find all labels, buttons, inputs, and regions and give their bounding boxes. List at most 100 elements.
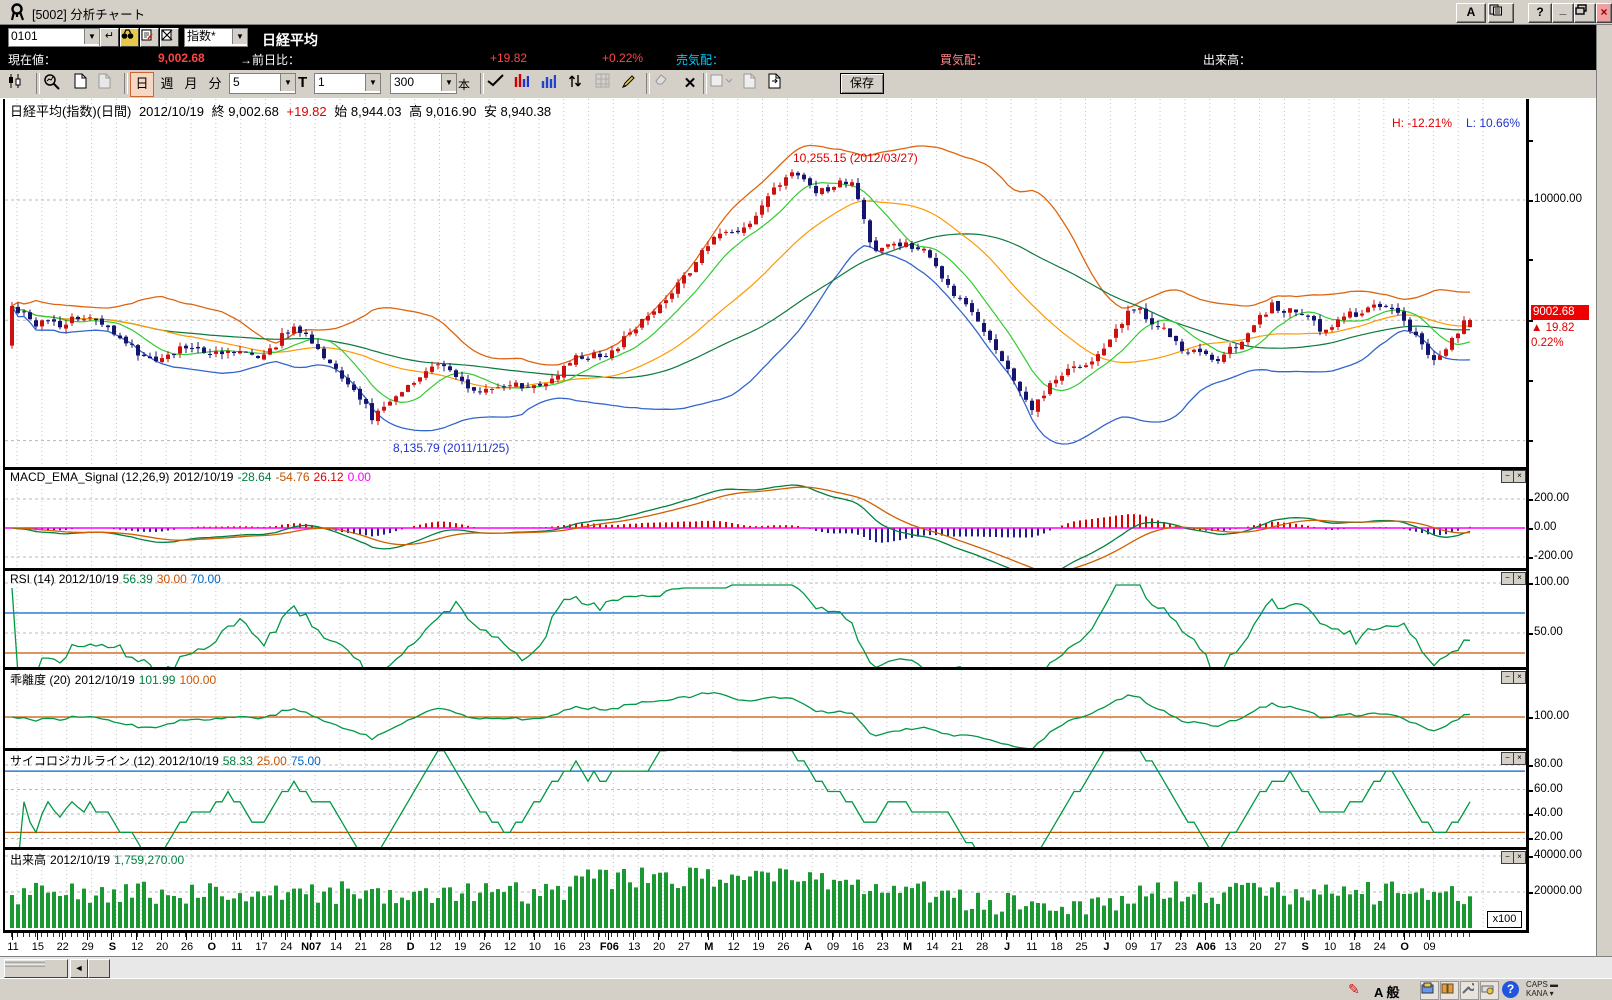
time-tick-label: 23	[1170, 941, 1192, 953]
scroll-left-button[interactable]: ◄	[70, 959, 88, 978]
minor-time-tick	[1409, 933, 1410, 937]
main-price-chart[interactable]	[5, 99, 1525, 467]
minor-time-tick	[389, 933, 390, 937]
period-minute-button[interactable]: 分	[203, 72, 227, 97]
layout-select-button-disabled[interactable]	[709, 72, 741, 97]
font-button[interactable]: A	[1456, 3, 1486, 23]
volume-bars-button[interactable]	[540, 72, 566, 97]
ime-pad-icon[interactable]	[1480, 981, 1499, 1000]
rsi-chart[interactable]	[5, 571, 1525, 667]
time-tick-label: F06	[598, 941, 620, 953]
period-month-button[interactable]: 月	[179, 72, 203, 97]
time-tick-label: 17	[1145, 941, 1167, 953]
restore-button[interactable]	[1574, 3, 1596, 23]
ime-mode-indicator[interactable]: A 般	[1374, 982, 1400, 1000]
ime-pen-icon[interactable]: ✎	[1348, 981, 1360, 998]
ime-palette-icon[interactable]	[1420, 981, 1439, 1000]
high-pct-label: H: -12.21%	[1392, 116, 1452, 130]
instrument-type-arrow[interactable]: ▼	[232, 29, 247, 44]
time-tick-label: 11	[226, 941, 248, 953]
kairi-panel-close-button[interactable]: ×	[1513, 671, 1526, 684]
tick-select[interactable]: 1 ▼	[314, 73, 381, 94]
minor-time-tick	[179, 933, 180, 937]
crosshair-button[interactable]	[486, 72, 512, 97]
minor-time-tick	[809, 933, 810, 937]
macd-panel-close-button[interactable]: ×	[1513, 470, 1526, 483]
minor-time-tick	[197, 933, 198, 937]
save-button[interactable]: 保存	[840, 73, 884, 94]
close-button[interactable]: ×	[1596, 3, 1612, 23]
period-day-button[interactable]: 日	[130, 72, 154, 97]
search-binoculars-button[interactable]	[120, 28, 139, 47]
ime-help-icon[interactable]: ?	[1502, 981, 1519, 998]
period-week-button[interactable]: 週	[155, 72, 179, 97]
time-tick-label: 20	[1245, 941, 1267, 953]
minor-time-tick	[653, 933, 654, 937]
copy-page-button-disabled[interactable]	[96, 72, 122, 97]
psychological-chart[interactable]	[5, 751, 1525, 847]
minor-time-tick	[287, 933, 288, 937]
scrollbar-grip[interactable]	[4, 959, 68, 978]
sort-arrows-button[interactable]	[567, 72, 593, 97]
eraser-button-disabled[interactable]	[651, 72, 677, 97]
horizontal-scrollbar[interactable]: ◄	[0, 956, 1612, 979]
bar-width-arrow[interactable]: ▼	[280, 74, 295, 91]
ime-dictionary-icon[interactable]	[1440, 981, 1459, 1000]
bar-count-arrow[interactable]: ▼	[441, 74, 456, 91]
minor-time-tick	[665, 933, 666, 937]
instrument-type-select[interactable]: 指数* ▼	[184, 28, 248, 47]
no-edit-button[interactable]	[160, 28, 179, 47]
minor-time-tick	[629, 933, 630, 937]
copy-window-button[interactable]	[1488, 3, 1514, 23]
edit-memo-button[interactable]	[140, 28, 159, 47]
candlestick-type-button[interactable]	[6, 72, 32, 97]
minor-time-tick	[329, 933, 330, 937]
tick-arrow[interactable]: ▼	[365, 74, 380, 91]
minor-time-tick	[425, 933, 426, 937]
psych-panel-close-button[interactable]: ×	[1513, 752, 1526, 765]
draw-pencil-button[interactable]	[620, 72, 646, 97]
time-tick-label: 23	[574, 941, 596, 953]
low-pct-label: L: 10.66%	[1466, 116, 1520, 130]
macd-chart[interactable]	[5, 469, 1525, 568]
new-page-button[interactable]	[72, 72, 98, 97]
symbol-dropdown-arrow[interactable]: ▼	[84, 29, 99, 44]
minor-time-tick	[59, 933, 60, 937]
caps-indicator: CAPS	[1526, 980, 1548, 989]
minor-time-tick	[1289, 933, 1290, 937]
rsi-panel-close-button[interactable]: ×	[1513, 572, 1526, 585]
current-price-label: 現在値：	[8, 51, 56, 68]
instrument-type-value: 指数*	[187, 29, 216, 43]
kairi-chart[interactable]	[5, 670, 1525, 748]
bar-count-select[interactable]: 300 ▼	[390, 73, 457, 94]
minor-time-tick	[971, 933, 972, 937]
minor-time-tick	[497, 933, 498, 937]
crossed-pencil-icon	[161, 29, 173, 41]
layout-export-button[interactable]	[766, 72, 792, 97]
minor-time-tick	[761, 933, 762, 937]
minimize-button[interactable]: _	[1552, 3, 1574, 23]
scrollbar-thumb[interactable]	[88, 959, 110, 978]
axis-tick-label: 50.00	[1534, 626, 1563, 638]
time-tick-label: 24	[275, 941, 297, 953]
compare-bars-button[interactable]	[513, 72, 539, 97]
symbol-code-input[interactable]: 0101 ▼	[8, 28, 100, 47]
kana-arrow: ▾	[1550, 989, 1554, 998]
time-tick-label: J	[996, 941, 1018, 953]
minor-time-tick	[149, 933, 150, 937]
bar-width-select[interactable]: 5 ▼	[229, 73, 296, 94]
minor-time-tick	[1367, 933, 1368, 937]
major-time-tick	[310, 933, 311, 940]
volume-panel-close-button[interactable]: ×	[1513, 851, 1526, 864]
grid-button-disabled[interactable]	[594, 72, 620, 97]
volume-chart[interactable]	[5, 850, 1525, 930]
minor-time-tick	[887, 933, 888, 937]
help-button[interactable]: ?	[1528, 3, 1552, 23]
enter-button[interactable]: ↵	[100, 28, 119, 47]
layout-copy-button-disabled[interactable]	[741, 72, 767, 97]
minor-time-tick	[1295, 933, 1296, 937]
zoom-button[interactable]	[42, 72, 68, 97]
delete-all-button[interactable]: ✕	[677, 72, 703, 97]
ime-tools-icon[interactable]	[1460, 981, 1479, 1000]
application-window: [5002] 分析チャート A ? _ × 0101 ▼ ↵ 指数* ▼	[0, 0, 1612, 1000]
